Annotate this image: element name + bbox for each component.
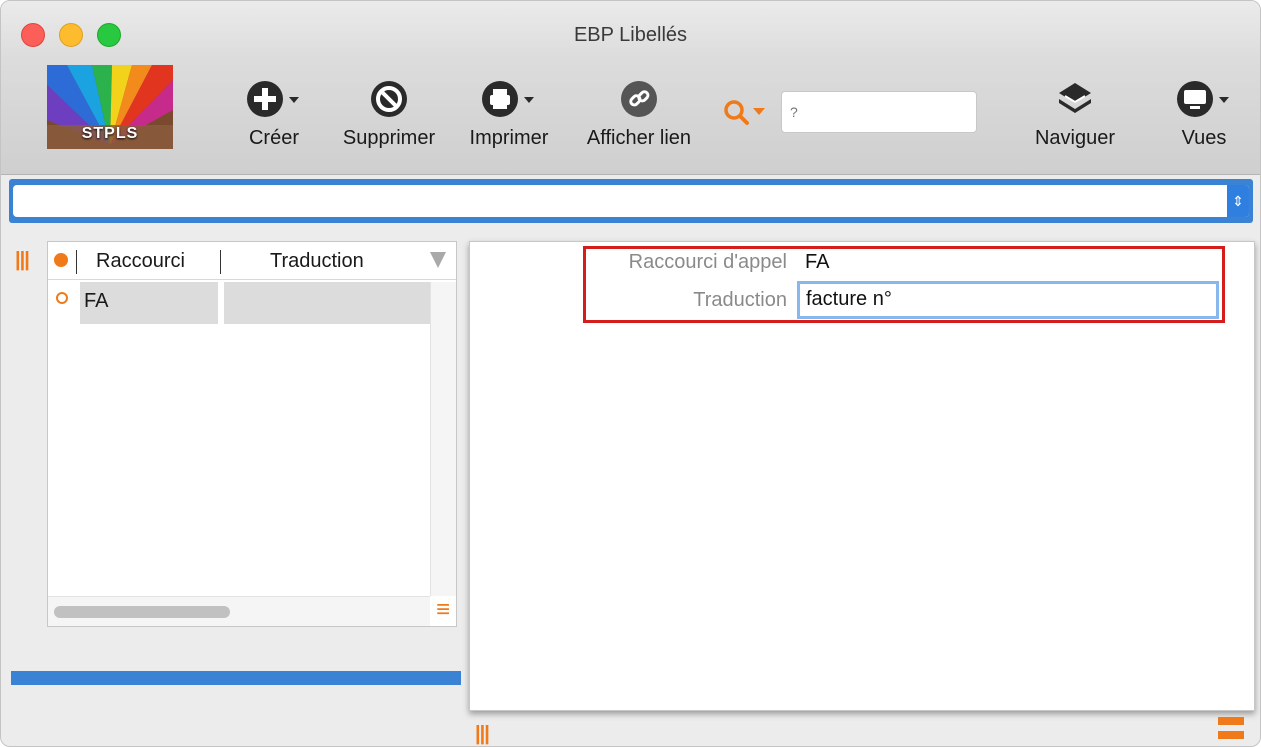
link-icon (573, 77, 705, 121)
highlight-box (583, 246, 1225, 323)
printer-icon (459, 77, 559, 121)
app-logo: STPLS (47, 65, 173, 149)
resize-grip-icon[interactable] (1218, 717, 1244, 745)
logo-text: STPLS (81, 125, 139, 142)
views-button[interactable]: Vues (1169, 77, 1239, 150)
navigate-label: Naviguer (1034, 127, 1116, 149)
column-divider (220, 250, 221, 274)
vertical-scrollbar[interactable] (430, 282, 456, 596)
horizontal-scrollbar[interactable] (48, 596, 430, 626)
create-button[interactable]: Créer (239, 77, 309, 150)
selector-bar: ⇕ (9, 179, 1253, 223)
sort-triangle-icon[interactable] (430, 252, 446, 268)
print-label: Imprimer (469, 127, 549, 149)
list-menu-icon[interactable]: ≡ (430, 596, 456, 626)
prohibit-icon (331, 77, 447, 121)
title-bar: EBP Libellés (1, 1, 1260, 59)
table-row[interactable]: FA (48, 282, 430, 324)
chevron-updown-icon[interactable]: ⇕ (1227, 185, 1249, 217)
cell-traduction (224, 282, 430, 324)
column-header-raccourci[interactable]: Raccourci (96, 250, 185, 273)
layers-icon (1025, 77, 1125, 121)
print-button[interactable]: Imprimer (459, 77, 559, 150)
list-header: Raccourci Traduction (48, 242, 456, 280)
window-title: EBP Libellés (573, 24, 688, 46)
search-input[interactable] (781, 91, 977, 133)
left-panel-grip-icon[interactable]: ||| (15, 249, 30, 272)
views-label: Vues (1181, 127, 1227, 149)
bottom-panel-grip-icon[interactable]: ||| (475, 723, 490, 746)
search-icon[interactable] (723, 99, 773, 132)
delete-button[interactable]: Supprimer (331, 77, 447, 150)
plus-circle-icon (239, 77, 309, 121)
record-selector[interactable]: ⇕ (13, 185, 1249, 217)
toolbar: STPLS Créer Supprimer Imprimer Afficher … (1, 59, 1260, 175)
column-divider (76, 250, 77, 274)
cell-raccourci: FA (80, 282, 218, 324)
navigate-button[interactable]: Naviguer (1025, 77, 1125, 150)
monitor-icon (1169, 77, 1239, 121)
status-dot-icon[interactable] (54, 253, 68, 267)
create-label: Créer (248, 127, 299, 149)
left-panel-bar (11, 671, 461, 685)
app-window: EBP Libellés STPLS Créer Supprimer Impri… (0, 0, 1261, 747)
list-panel: Raccourci Traduction FA ≡ (47, 241, 457, 627)
show-link-label: Afficher lien (586, 127, 692, 149)
search-field (719, 89, 985, 137)
row-marker-icon (56, 292, 68, 304)
show-link-button[interactable]: Afficher lien (573, 77, 705, 150)
column-header-traduction[interactable]: Traduction (270, 250, 364, 273)
scrollbar-thumb[interactable] (54, 606, 230, 618)
delete-label: Supprimer (342, 127, 436, 149)
